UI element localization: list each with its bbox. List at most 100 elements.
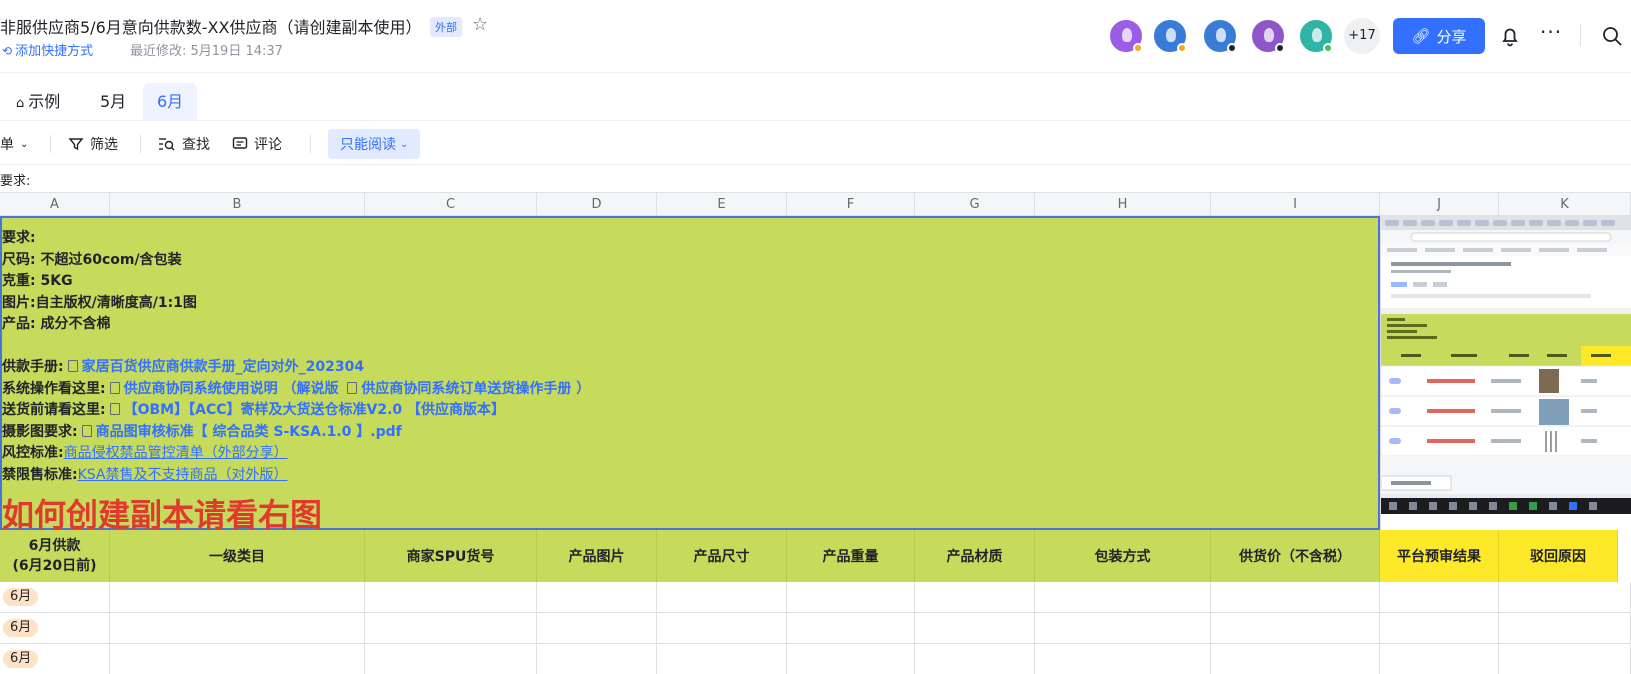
avatar[interactable] bbox=[1298, 18, 1334, 54]
table-cell[interactable] bbox=[787, 582, 915, 612]
share-button[interactable]: 🔗︎ 分享 bbox=[1393, 18, 1485, 54]
column-header[interactable]: K bbox=[1499, 193, 1631, 216]
add-shortcut-link[interactable]: ⟲ 添加快捷方式 bbox=[2, 40, 93, 59]
header-cell-packaging[interactable]: 包装方式 bbox=[1035, 530, 1211, 582]
find-button[interactable]: 查找 bbox=[158, 131, 210, 157]
line-label: 产品: bbox=[2, 316, 36, 332]
column-header[interactable]: E bbox=[657, 193, 787, 216]
system-guide-link[interactable]: 供应商协同系统使用说明 （解说版 bbox=[124, 381, 344, 397]
table-cell[interactable] bbox=[537, 613, 657, 643]
menu-dropdown[interactable]: 菜单 ⌄ bbox=[0, 131, 28, 157]
header-line: (6月20日前) bbox=[12, 558, 97, 574]
table-cell[interactable] bbox=[1211, 613, 1380, 643]
readonly-mode-button[interactable]: 只能阅读 ⌄ bbox=[328, 129, 421, 159]
filter-button[interactable]: 筛选 bbox=[68, 131, 118, 157]
table-cell[interactable] bbox=[657, 613, 787, 643]
table-cell[interactable] bbox=[1211, 582, 1380, 612]
table-cell[interactable] bbox=[537, 582, 657, 612]
header-cell-june-supply[interactable]: 6月供款 (6月20日前) bbox=[0, 530, 110, 582]
star-icon[interactable]: ☆ bbox=[472, 14, 488, 35]
table-cell[interactable] bbox=[1499, 644, 1631, 674]
chevron-down-icon: ⌄ bbox=[20, 138, 29, 150]
tab-example[interactable]: ⌂ 示例 bbox=[2, 83, 74, 121]
month-cell[interactable]: 6月 bbox=[0, 644, 110, 674]
header-cell-spu[interactable]: 商家SPU货号 bbox=[365, 530, 537, 582]
table-cell[interactable] bbox=[110, 582, 365, 612]
requirements-cell[interactable]: 要求: 尺码: 不超过60com/含包装 克重: 5KG 图片:自主版权/清晰度… bbox=[0, 216, 1380, 534]
column-header[interactable]: J bbox=[1380, 193, 1499, 216]
header-cell-weight[interactable]: 产品重量 bbox=[787, 530, 915, 582]
table-row: 6月 bbox=[0, 582, 1631, 613]
restricted-items-link[interactable]: KSA禁售及不支持商品（对外版） bbox=[78, 467, 288, 483]
tab-may[interactable]: 5月 bbox=[86, 83, 140, 121]
column-header[interactable]: H bbox=[1035, 193, 1211, 216]
header-divider bbox=[1580, 24, 1581, 46]
formula-bar[interactable]: 要求: bbox=[0, 164, 1631, 192]
column-header[interactable]: A bbox=[0, 193, 110, 216]
table-cell[interactable] bbox=[110, 644, 365, 674]
collaborator-count[interactable]: +17 bbox=[1344, 18, 1380, 54]
avatar[interactable] bbox=[1202, 18, 1238, 54]
table-cell[interactable] bbox=[787, 613, 915, 643]
column-header[interactable]: B bbox=[110, 193, 365, 216]
header-cell-image[interactable]: 产品图片 bbox=[537, 530, 657, 582]
header-cell-category[interactable]: 一级类目 bbox=[110, 530, 365, 582]
column-header[interactable]: I bbox=[1211, 193, 1380, 216]
table-cell[interactable] bbox=[1211, 644, 1380, 674]
more-icon[interactable]: ··· bbox=[1540, 20, 1562, 44]
comment-button[interactable]: 评论 bbox=[232, 131, 282, 157]
header-cell-reject-reason[interactable]: 驳回原因 bbox=[1499, 530, 1618, 582]
table-cell[interactable] bbox=[365, 613, 537, 643]
table-cell[interactable] bbox=[1499, 613, 1631, 643]
header-cell-size[interactable]: 产品尺寸 bbox=[657, 530, 787, 582]
header-cell-material[interactable]: 产品材质 bbox=[915, 530, 1035, 582]
column-header[interactable]: D bbox=[537, 193, 657, 216]
embedded-screenshot-image[interactable] bbox=[1380, 216, 1631, 530]
table-cell[interactable] bbox=[1035, 644, 1211, 674]
column-header[interactable]: G bbox=[915, 193, 1035, 216]
table-cell[interactable] bbox=[1380, 613, 1499, 643]
avatar[interactable] bbox=[1250, 18, 1286, 54]
delivery-guide-link[interactable]: 供应商协同系统订单送货操作手册 ） bbox=[361, 381, 590, 397]
line-value: 自主版权/清晰度高/1:1图 bbox=[35, 294, 197, 311]
avatar[interactable] bbox=[1108, 18, 1144, 54]
table-cell[interactable] bbox=[537, 644, 657, 674]
table-cell[interactable] bbox=[365, 644, 537, 674]
filter-label: 筛选 bbox=[90, 137, 118, 153]
table-cell[interactable] bbox=[365, 582, 537, 612]
table-cell[interactable] bbox=[1499, 582, 1631, 612]
table-header-row: 6月供款 (6月20日前) 一级类目 商家SPU货号 产品图片 产品尺寸 产品重… bbox=[0, 530, 1631, 582]
avatar[interactable] bbox=[1152, 18, 1188, 54]
month-cell[interactable]: 6月 bbox=[0, 613, 110, 643]
table-cell[interactable] bbox=[1380, 644, 1499, 674]
requirement-line: 系统操作看这里: 供应商协同系统使用说明 （解说版 供应商协同系统订单送货操作手册… bbox=[2, 379, 590, 401]
bell-icon[interactable] bbox=[1498, 24, 1522, 48]
search-icon[interactable] bbox=[1600, 24, 1624, 48]
line-label: 供款手册: bbox=[2, 359, 64, 375]
shipping-standard-link[interactable]: 【OBM】【ACC】寄样及大货送仓标准V2.0 【供应商版本】 bbox=[124, 402, 505, 418]
table-cell[interactable] bbox=[657, 582, 787, 612]
column-header[interactable]: F bbox=[787, 193, 915, 216]
table-cell[interactable] bbox=[1035, 613, 1211, 643]
manual-link[interactable]: 家居百货供应商供款手册_定向对外_202304 bbox=[82, 359, 364, 375]
header-cell-review-result[interactable]: 平台预审结果 bbox=[1380, 530, 1499, 582]
table-cell[interactable] bbox=[1035, 582, 1211, 612]
header-cell-price[interactable]: 供货价（不含税） bbox=[1211, 530, 1380, 582]
last-edit-time: 最近修改: 5月19日 14:37 bbox=[130, 44, 283, 59]
photo-standard-link[interactable]: 商品图审核标准【 综合品类 S-KSA.1.0 】.pdf bbox=[96, 424, 402, 440]
table-cell[interactable] bbox=[657, 644, 787, 674]
table-cell[interactable] bbox=[915, 644, 1035, 674]
column-header[interactable]: C bbox=[365, 193, 537, 216]
comment-label: 评论 bbox=[254, 137, 282, 153]
table-cell[interactable] bbox=[915, 613, 1035, 643]
risk-control-link[interactable]: 商品侵权禁品管控清单（外部分享） bbox=[64, 445, 288, 461]
month-tag: 6月 bbox=[3, 650, 39, 668]
requirement-line: 摄影图要求: 商品图审核标准【 综合品类 S-KSA.1.0 】.pdf bbox=[2, 422, 590, 444]
table-cell[interactable] bbox=[110, 613, 365, 643]
table-cell[interactable] bbox=[1380, 582, 1499, 612]
table-cell[interactable] bbox=[787, 644, 915, 674]
table-cell[interactable] bbox=[915, 582, 1035, 612]
tab-june[interactable]: 6月 bbox=[143, 83, 198, 121]
line-label: 风控标准: bbox=[2, 445, 64, 461]
month-cell[interactable]: 6月 bbox=[0, 582, 110, 612]
